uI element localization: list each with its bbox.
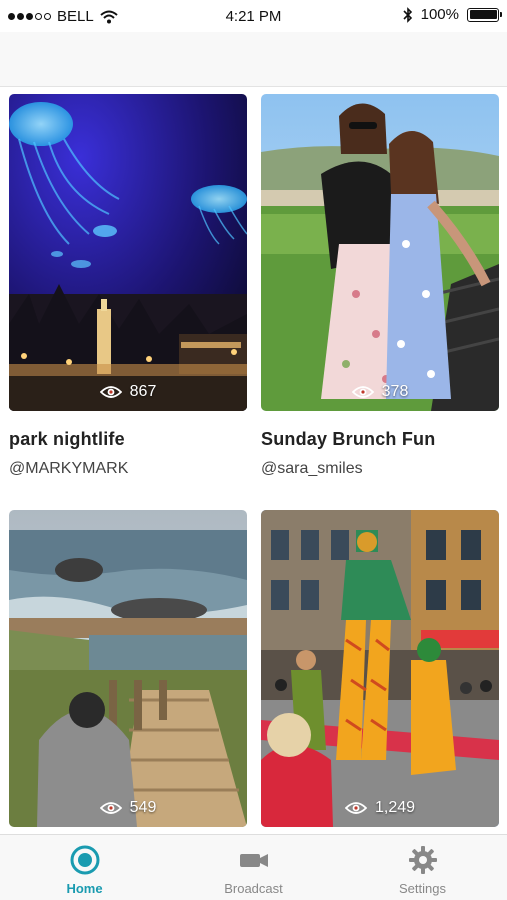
status-bar: BELL 4:21 PM 100% xyxy=(0,0,507,32)
card-thumbnail-jellyfish-night-plaza[interactable]: 867 xyxy=(9,94,247,411)
video-camera-icon xyxy=(239,854,268,867)
battery-percent: 100% xyxy=(420,6,459,23)
feed-card[interactable]: 549 xyxy=(9,510,247,827)
status-right: 100% xyxy=(403,6,502,23)
feed-card[interactable]: 1,249 xyxy=(261,510,499,827)
eye-icon xyxy=(344,802,367,814)
card-thumbnail-two-friends-selfie[interactable]: 378 xyxy=(261,94,499,411)
battery-icon xyxy=(467,7,502,22)
tab-home-label: Home xyxy=(66,881,103,896)
eye-icon xyxy=(99,802,122,814)
eye-icon xyxy=(99,386,122,398)
tab-home[interactable]: Home xyxy=(0,835,169,900)
bluetooth-icon xyxy=(403,6,412,23)
tab-broadcast[interactable]: Broadcast xyxy=(169,835,338,900)
card-thumbnail-street-parade[interactable]: 1,249 xyxy=(261,510,499,827)
navigation-header xyxy=(0,32,507,87)
card-username[interactable]: @sara_smiles xyxy=(261,460,499,478)
feed-card[interactable]: 867 park nightlife @MARKYMARK xyxy=(9,94,247,478)
card-thumbnail-coastal-trail[interactable]: 549 xyxy=(9,510,247,827)
view-count: 1,249 xyxy=(261,799,499,817)
card-title[interactable]: park nightlife xyxy=(9,429,247,450)
card-username[interactable]: @MARKYMARK xyxy=(9,460,247,478)
eye-icon xyxy=(351,386,374,398)
tab-settings-label: Settings xyxy=(399,881,446,896)
tab-settings[interactable]: Settings xyxy=(338,835,507,900)
home-icon xyxy=(70,845,99,875)
card-title[interactable]: Sunday Brunch Fun xyxy=(261,429,499,450)
view-count: 867 xyxy=(9,383,247,401)
view-count: 549 xyxy=(9,799,247,817)
tab-bar: Home Broadcast Settings xyxy=(0,834,507,900)
tab-broadcast-label: Broadcast xyxy=(224,881,283,896)
feed-card[interactable]: 378 Sunday Brunch Fun @sara_smiles xyxy=(261,94,499,478)
view-count: 378 xyxy=(261,383,499,401)
gear-icon xyxy=(408,846,437,874)
